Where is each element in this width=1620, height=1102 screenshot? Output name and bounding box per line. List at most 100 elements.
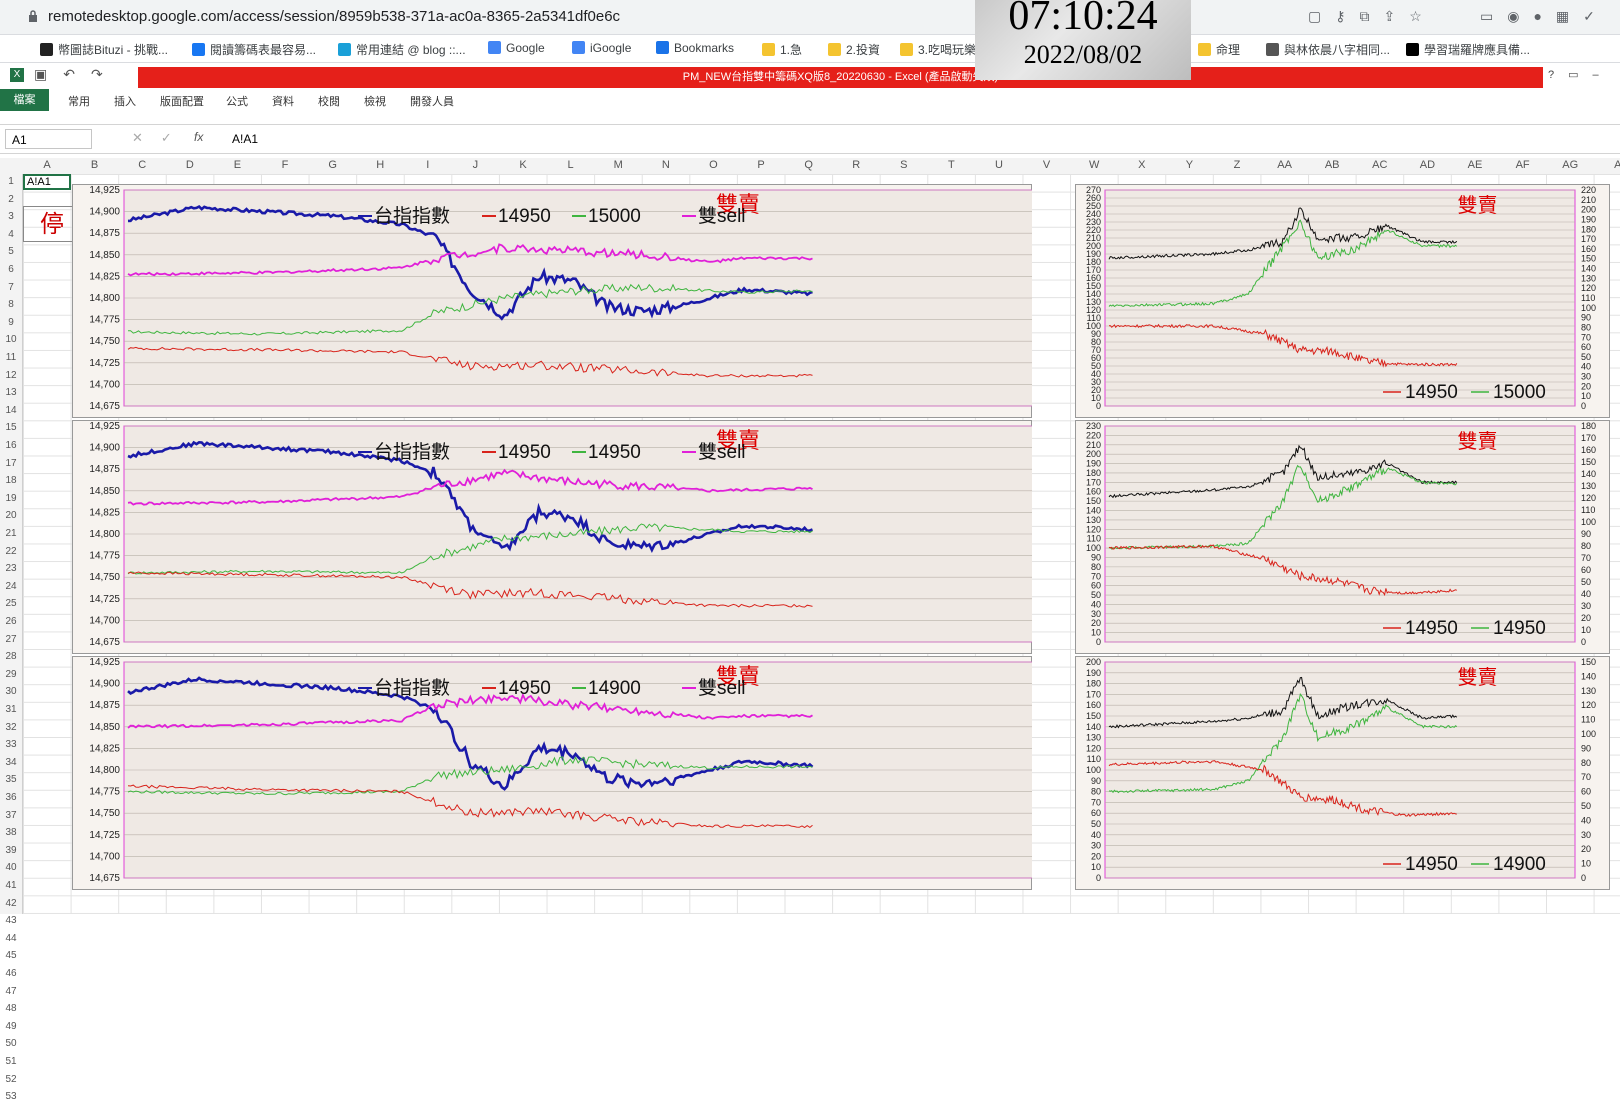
column-header[interactable]: C xyxy=(122,159,162,171)
bookmark-item[interactable]: 常用連結 @ blog ::... xyxy=(338,41,466,58)
column-header[interactable]: P xyxy=(741,159,781,171)
bookmark-item[interactable]: 與林依晨八字相同... xyxy=(1266,41,1390,58)
row-header[interactable]: 18 xyxy=(0,475,22,486)
row-header[interactable]: 46 xyxy=(0,968,22,979)
ribbon-tab[interactable]: 公式 xyxy=(226,93,248,109)
bookmark-item[interactable]: 3.吃喝玩樂 xyxy=(900,41,976,58)
row-header[interactable]: 30 xyxy=(0,686,22,697)
column-header[interactable]: R xyxy=(836,159,876,171)
column-header[interactable]: N xyxy=(646,159,686,171)
column-header[interactable]: S xyxy=(884,159,924,171)
column-header[interactable]: AC xyxy=(1360,159,1400,171)
function-icon[interactable]: fx xyxy=(194,130,203,144)
chart-main-1[interactable]: 14,925 14,900 14,875 14,850 14,825 14,800 14,7… xyxy=(72,184,1032,418)
bookmark-item[interactable]: Google xyxy=(488,41,545,55)
column-header[interactable]: AA xyxy=(1265,159,1305,171)
column-header[interactable]: L xyxy=(551,159,591,171)
ribbon-tab[interactable]: 校閱 xyxy=(318,93,340,109)
row-header[interactable]: 8 xyxy=(0,299,22,310)
row-header[interactable]: 10 xyxy=(0,334,22,345)
row-header[interactable]: 23 xyxy=(0,563,22,574)
row-header[interactable]: 2 xyxy=(0,194,22,205)
row-header[interactable]: 39 xyxy=(0,845,22,856)
row-header[interactable]: 16 xyxy=(0,440,22,451)
row-header[interactable]: 37 xyxy=(0,810,22,821)
column-header[interactable]: H xyxy=(360,159,400,171)
row-header[interactable]: 5 xyxy=(0,246,22,257)
row-header[interactable]: 22 xyxy=(0,546,22,557)
url-input[interactable]: remotedesktop.google.com/access/session/… xyxy=(48,8,620,25)
ribbon-tab[interactable]: 檢視 xyxy=(364,93,386,109)
chart-side-3[interactable]: 2001901801701601501401301201101009080706… xyxy=(1075,656,1610,890)
row-header[interactable]: 49 xyxy=(0,1021,22,1032)
column-header[interactable]: E xyxy=(217,159,257,171)
row-header[interactable]: 36 xyxy=(0,792,22,803)
row-header[interactable]: 24 xyxy=(0,581,22,592)
window-controls[interactable]: ?▭– xyxy=(1548,68,1613,81)
row-header[interactable]: 35 xyxy=(0,774,22,785)
row-header[interactable]: 20 xyxy=(0,510,22,521)
ribbon-tab[interactable]: 插入 xyxy=(114,93,136,109)
column-header[interactable]: J xyxy=(455,159,495,171)
bookmark-item[interactable]: iGoogle xyxy=(572,41,631,55)
row-header[interactable]: 43 xyxy=(0,915,22,926)
bookmark-item[interactable]: 閱讀籌碼表最容易... xyxy=(192,41,316,58)
row-header[interactable]: 15 xyxy=(0,422,22,433)
row-header[interactable]: 31 xyxy=(0,704,22,715)
name-box[interactable]: A1 xyxy=(5,129,92,149)
column-header[interactable]: K xyxy=(503,159,543,171)
row-header[interactable]: 19 xyxy=(0,493,22,504)
column-header[interactable]: AG xyxy=(1550,159,1590,171)
row-header[interactable]: 1 xyxy=(0,176,22,187)
column-header[interactable]: M xyxy=(598,159,638,171)
row-header[interactable]: 7 xyxy=(0,282,22,293)
row-header[interactable]: 40 xyxy=(0,862,22,873)
ribbon-tab[interactable]: 版面配置 xyxy=(160,93,204,109)
column-header[interactable]: T xyxy=(931,159,971,171)
ribbon-tab[interactable]: 資料 xyxy=(272,93,294,109)
ribbon-tab[interactable]: 檔案 xyxy=(0,89,49,111)
row-header[interactable]: 12 xyxy=(0,370,22,381)
column-header[interactable]: X xyxy=(1122,159,1162,171)
bookmark-item[interactable]: 命理 xyxy=(1198,41,1240,58)
row-header[interactable]: 41 xyxy=(0,880,22,891)
row-header[interactable]: 32 xyxy=(0,722,22,733)
column-header[interactable]: W xyxy=(1074,159,1114,171)
column-header[interactable]: AF xyxy=(1503,159,1543,171)
column-header[interactable]: B xyxy=(75,159,115,171)
column-header[interactable]: AE xyxy=(1455,159,1495,171)
row-header[interactable]: 47 xyxy=(0,986,22,997)
row-header[interactable]: 50 xyxy=(0,1038,22,1049)
column-header[interactable]: A xyxy=(27,159,67,171)
row-header[interactable]: 26 xyxy=(0,616,22,627)
column-header[interactable]: AD xyxy=(1407,159,1447,171)
column-header[interactable]: U xyxy=(979,159,1019,171)
chart-main-3[interactable]: 14,925 14,900 14,875 14,850 14,825 14,800 14,7… xyxy=(72,656,1032,890)
row-header[interactable]: 38 xyxy=(0,827,22,838)
row-header[interactable]: 27 xyxy=(0,634,22,645)
column-header[interactable]: AB xyxy=(1312,159,1352,171)
row-header[interactable]: 4 xyxy=(0,229,22,240)
column-header[interactable]: D xyxy=(170,159,210,171)
browser-action-icons[interactable]: ▢⚷⧉⇪☆ xyxy=(1308,8,1436,25)
row-header[interactable]: 45 xyxy=(0,950,22,961)
row-header[interactable]: 29 xyxy=(0,669,22,680)
bookmark-item[interactable]: 學習瑞羅牌應具備... xyxy=(1406,41,1530,58)
row-header[interactable]: 13 xyxy=(0,387,22,398)
chart-side-2[interactable]: 2302202102001901801701601501401301201101… xyxy=(1075,420,1610,654)
column-header[interactable]: Y xyxy=(1169,159,1209,171)
quick-access-icons[interactable]: ▣↶↷ xyxy=(34,66,119,83)
column-header[interactable]: O xyxy=(693,159,733,171)
ribbon-tab[interactable]: 常用 xyxy=(68,93,90,109)
column-header[interactable]: V xyxy=(1027,159,1067,171)
bookmark-item[interactable]: 2.投資 xyxy=(828,41,880,58)
bookmark-item[interactable]: Bookmarks xyxy=(656,41,734,55)
chart-side-1[interactable]: 2702602502402302202102001901801701601501… xyxy=(1075,184,1610,418)
row-header[interactable]: 44 xyxy=(0,933,22,944)
column-header[interactable]: G xyxy=(313,159,353,171)
extension-icons[interactable]: ▭◉●▦✓ xyxy=(1480,8,1609,25)
row-header[interactable]: 14 xyxy=(0,405,22,416)
row-header[interactable]: 21 xyxy=(0,528,22,539)
row-header[interactable]: 25 xyxy=(0,598,22,609)
bookmark-item[interactable]: 幣圖誌Bituzi - 挑戰... xyxy=(40,41,168,58)
